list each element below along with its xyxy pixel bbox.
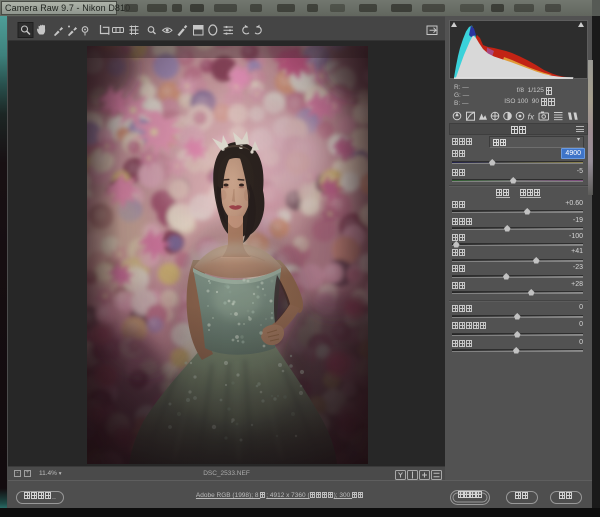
svg-text:fx: fx xyxy=(528,112,535,122)
